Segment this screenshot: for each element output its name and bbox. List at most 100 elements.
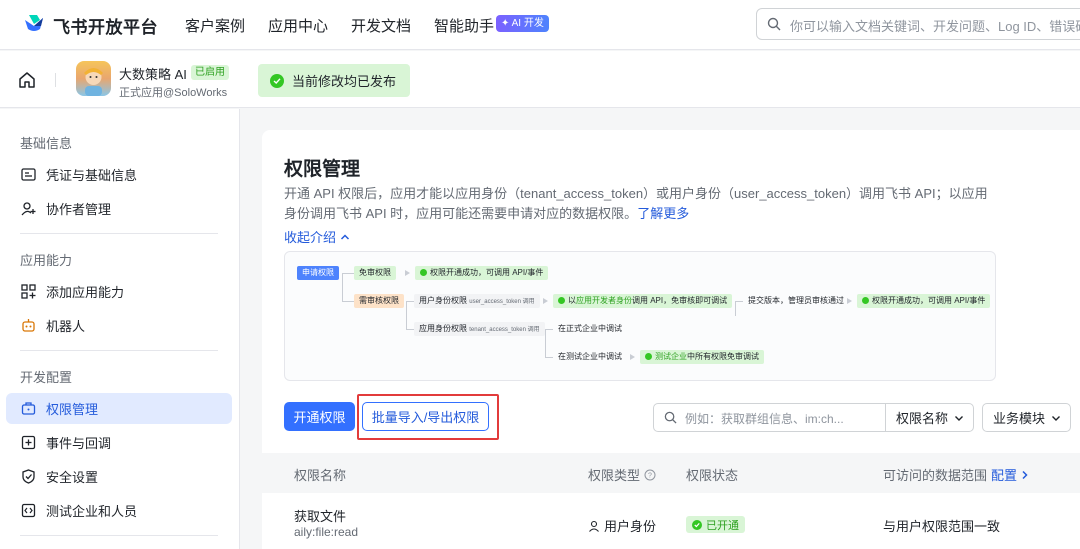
user-icon bbox=[589, 520, 599, 532]
flow-line bbox=[545, 329, 546, 357]
chevron-up-icon bbox=[340, 233, 350, 240]
svg-text:?: ? bbox=[648, 472, 652, 479]
sidebar-item-add-capability[interactable]: 添加应用能力 bbox=[6, 276, 232, 307]
robot-icon bbox=[20, 318, 36, 334]
learn-more-link[interactable]: 了解更多 bbox=[637, 206, 689, 221]
nav-customer-cases[interactable]: 客户案例 bbox=[185, 15, 245, 36]
flow-apply: 申请权限 bbox=[297, 266, 339, 280]
status-badge: 已开通 bbox=[686, 516, 745, 533]
flow-submit: 提交版本，管理员审核通过 bbox=[748, 296, 844, 305]
column-header-name: 权限名称 bbox=[294, 468, 347, 483]
app-subtitle: 正式应用@SoloWorks bbox=[119, 87, 228, 99]
flow-user-identity: 用户身份权限 user_access_token 调用 bbox=[414, 294, 540, 308]
section-title-dev-config: 开发配置 bbox=[20, 370, 73, 385]
sidebar-item-events[interactable]: 事件与回调 bbox=[6, 427, 232, 458]
sidebar: 基础信息 凭证与基础信息 协作者管理 应用能力 添加应用能力 机器人 开发配置 … bbox=[0, 109, 240, 549]
search-placeholder: 你可以输入文档关键词、开发问题、Log ID、错误码 bbox=[790, 19, 1080, 34]
grid-add-icon bbox=[20, 284, 36, 300]
permission-type: 用户身份 bbox=[588, 516, 656, 535]
flow-line bbox=[342, 301, 354, 302]
add-user-icon bbox=[20, 201, 36, 217]
flow-final-result: 权限开通成功，可调用 API/事件 bbox=[857, 294, 991, 308]
flow-line bbox=[406, 301, 414, 302]
sidebar-item-label: 添加应用能力 bbox=[46, 285, 125, 300]
event-plus-icon bbox=[20, 435, 36, 451]
collapse-intro-button[interactable]: 收起介绍 bbox=[284, 227, 350, 246]
help-icon[interactable]: ? bbox=[644, 469, 656, 481]
divider bbox=[55, 73, 56, 87]
section-title-capabilities: 应用能力 bbox=[20, 253, 73, 268]
search-placeholder: 例如：获取群组信息、im:ch... bbox=[685, 412, 844, 426]
check-circle-icon bbox=[692, 519, 702, 530]
divider bbox=[20, 350, 218, 351]
permission-search-input[interactable]: 例如：获取群组信息、im:ch... bbox=[653, 403, 886, 432]
feishu-logo-icon[interactable] bbox=[22, 12, 46, 36]
nav-app-center[interactable]: 应用中心 bbox=[268, 15, 328, 36]
search-field-select[interactable]: 权限名称 bbox=[885, 403, 974, 432]
top-nav: 飞书开放平台 客户案例 应用中心 开发文档 智能助手 ✦ AI 开发 你可以输入… bbox=[0, 0, 1080, 50]
divider bbox=[20, 535, 218, 536]
sidebar-item-label: 安全设置 bbox=[46, 470, 99, 485]
flow-arrow bbox=[847, 298, 852, 304]
flow-app-identity: 应用身份权限 tenant_access_token 调用 bbox=[414, 322, 545, 336]
sidebar-item-permissions[interactable]: 权限管理 bbox=[6, 393, 232, 424]
nav-dev-docs[interactable]: 开发文档 bbox=[351, 15, 411, 36]
flow-no-review: 免审权限 bbox=[354, 266, 396, 280]
app-avatar bbox=[76, 61, 111, 96]
sidebar-item-test-enterprise[interactable]: 测试企业和人员 bbox=[6, 495, 232, 526]
briefcase-icon bbox=[20, 401, 36, 417]
home-icon[interactable] bbox=[18, 71, 36, 89]
flow-line bbox=[545, 329, 553, 330]
sidebar-item-label: 协作者管理 bbox=[46, 202, 112, 217]
flow-test-result: 测试企业中所有权限免审调试 bbox=[640, 350, 764, 364]
flow-line bbox=[545, 357, 553, 358]
permission-code: aily:file:read bbox=[294, 525, 359, 539]
chevron-right-icon[interactable] bbox=[1021, 470, 1029, 480]
published-notice: 当前修改均已发布 bbox=[258, 64, 411, 97]
business-module-select[interactable]: 业务模块 bbox=[982, 403, 1071, 432]
brand-name[interactable]: 飞书开放平台 bbox=[53, 13, 158, 38]
search-icon bbox=[767, 17, 781, 31]
flow-line bbox=[735, 301, 743, 302]
open-permission-button[interactable]: 开通权限 bbox=[284, 402, 355, 431]
flow-arrow bbox=[543, 298, 548, 304]
divider bbox=[20, 233, 218, 234]
column-header-scope: 可访问的数据范围 配置 bbox=[883, 465, 1029, 484]
id-card-icon bbox=[20, 167, 36, 183]
sidebar-item-label: 权限管理 bbox=[46, 402, 99, 417]
table-header: 权限名称 权限类型 ? 权限状态 可访问的数据范围 配置 bbox=[262, 453, 1080, 493]
chevron-down-icon bbox=[1052, 415, 1061, 421]
scope-config-link[interactable]: 配置 bbox=[991, 465, 1017, 484]
flow-formal-debug: 在正式企业中调试 bbox=[558, 324, 622, 333]
sidebar-item-collaborators[interactable]: 协作者管理 bbox=[6, 193, 232, 224]
permission-flow-diagram: 申请权限 免审权限 权限开通成功，可调用 API/事件 需审核权限 用户身份权限… bbox=[284, 251, 996, 381]
flow-line bbox=[406, 301, 407, 329]
sidebar-item-security[interactable]: 安全设置 bbox=[6, 461, 232, 492]
nav-ai-assistant[interactable]: 智能助手 bbox=[434, 15, 494, 36]
column-header-status: 权限状态 bbox=[686, 468, 739, 483]
code-icon bbox=[20, 503, 36, 519]
sidebar-item-bot[interactable]: 机器人 bbox=[6, 310, 232, 341]
highlight-annotation bbox=[357, 394, 499, 440]
permissions-panel: 权限管理 开通 API 权限后，应用才能以应用身份（tenant_access_… bbox=[262, 130, 1080, 549]
flow-arrow bbox=[630, 354, 635, 360]
flow-test-debug: 在测试企业中调试 bbox=[558, 352, 622, 361]
table-row[interactable]: 获取文件 aily:file:read 用户身份 已开通 与用户权限范围一致 bbox=[262, 493, 1080, 549]
data-scope: 与用户权限范围一致 bbox=[883, 519, 1001, 534]
flow-review: 需审核权限 bbox=[354, 294, 404, 308]
page-title: 权限管理 bbox=[284, 159, 361, 180]
sidebar-item-label: 测试企业和人员 bbox=[46, 504, 138, 519]
sidebar-item-credentials[interactable]: 凭证与基础信息 bbox=[6, 159, 232, 190]
sidebar-item-label: 事件与回调 bbox=[46, 436, 112, 451]
flow-user-dev-debug: 以应用开发者身份调用 API，免审核即可调试 bbox=[553, 294, 733, 308]
app-name: 大数策略 AI bbox=[119, 67, 187, 82]
search-icon bbox=[664, 411, 677, 424]
published-text: 当前修改均已发布 bbox=[292, 74, 397, 89]
doc-search-input[interactable]: 你可以输入文档关键词、开发问题、Log ID、错误码 bbox=[756, 8, 1080, 40]
flow-line bbox=[342, 273, 343, 301]
sidebar-item-label: 机器人 bbox=[46, 319, 86, 334]
flow-arrow bbox=[405, 270, 410, 276]
intro-text: 开通 API 权限后，应用才能以应用身份（tenant_access_token… bbox=[284, 186, 988, 221]
flow-no-review-result: 权限开通成功，可调用 API/事件 bbox=[415, 266, 549, 280]
section-title-basic: 基础信息 bbox=[20, 136, 73, 151]
